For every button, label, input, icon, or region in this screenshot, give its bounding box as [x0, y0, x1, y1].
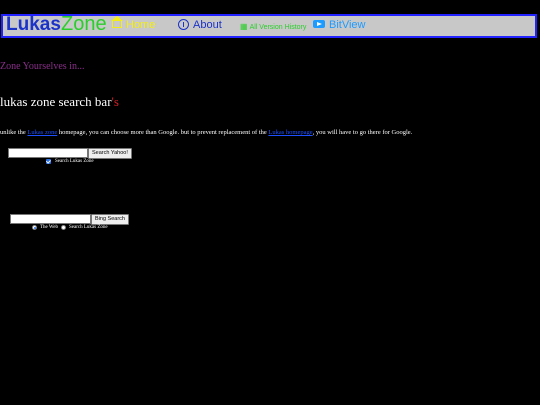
- bing-search-input[interactable]: [10, 214, 91, 224]
- lukas-zone-link[interactable]: Lukas zone: [27, 129, 57, 136]
- radio-search-lukas-zone[interactable]: [61, 225, 66, 230]
- lukas-homepage-link[interactable]: Lukas homepage: [268, 129, 312, 136]
- yahoo-search-button[interactable]: Search Yahoo!: [88, 148, 132, 159]
- page-heading-suffix: 's: [111, 94, 119, 109]
- intro-paragraph: unlike the Lukas zone homepage, you can …: [0, 129, 412, 136]
- nav-home-link[interactable]: Home: [111, 15, 156, 31]
- search-lukas-zone-checkbox[interactable]: [46, 159, 51, 164]
- history-icon: ▦: [240, 22, 248, 31]
- nav-bitview-label: BitView: [329, 19, 366, 31]
- search-lukas-zone-checkbox-label: Search Lukas Zone: [55, 159, 94, 164]
- intro-text-1: unlike the: [0, 129, 28, 136]
- nav-version-history-link[interactable]: ▦ All Version History: [240, 22, 306, 31]
- logo-zone[interactable]: Zone: [61, 13, 107, 36]
- intro-text-3: , you will have to go there for Google.: [312, 129, 413, 136]
- nav-about-link[interactable]: About: [178, 18, 222, 31]
- radio-the-web-label: The Web: [40, 225, 58, 230]
- logo-lukas[interactable]: Lukas: [6, 14, 61, 36]
- nav-about-label: About: [193, 19, 222, 31]
- play-icon: [313, 20, 325, 29]
- nav-version-history-label: All Version History: [249, 24, 307, 31]
- tagline: Zone Yourselves in...: [0, 61, 85, 72]
- top-navigation-bar: Lukas Zone Home About ▦ All Version Histo…: [1, 13, 537, 38]
- page-heading: lukas zone search bar's: [0, 94, 119, 110]
- nav-home-label: Home: [126, 19, 156, 31]
- info-icon: [178, 18, 189, 30]
- intro-text-2: homepage, you can choose more than Googl…: [57, 129, 269, 136]
- yahoo-search-input[interactable]: [8, 148, 88, 158]
- nav-bitview-link[interactable]: BitView: [313, 19, 365, 31]
- radio-the-web[interactable]: [32, 225, 37, 230]
- radio-search-lukas-zone-label: Search Lukas Zone: [69, 225, 108, 230]
- page-heading-text: lukas zone search bar: [0, 94, 112, 109]
- home-icon: [111, 15, 123, 28]
- bing-search-button[interactable]: Bing Search: [91, 214, 129, 225]
